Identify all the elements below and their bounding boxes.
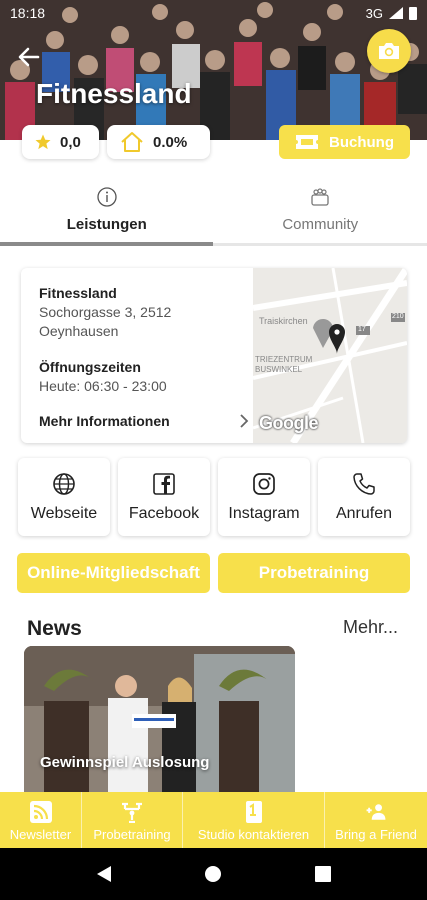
studio-info-card: Fitnessland Sochorgasse 3, 2512 Oeynhaus…	[21, 268, 407, 443]
tab-label: Community	[282, 216, 359, 233]
status-bar: 18:18 3G	[0, 0, 427, 26]
info-studio-name: Fitnessland	[39, 285, 117, 301]
house-badge[interactable]: 0.0%	[107, 125, 210, 159]
more-info-label: Mehr Informationen	[39, 413, 170, 429]
battery-icon	[409, 6, 417, 20]
call-button[interactable]: Anrufen	[318, 458, 410, 536]
instagram-icon	[253, 473, 275, 495]
map-label: 210	[392, 313, 404, 320]
map-label: 17	[358, 326, 366, 333]
nav-newsletter[interactable]: Newsletter	[0, 792, 82, 848]
globe-icon	[53, 473, 75, 495]
phone-icon	[353, 473, 375, 495]
website-button[interactable]: Webseite	[18, 458, 110, 536]
map-preview[interactable]: Traiskirchen TRIEZENTRUM BUSWINKEL 17 21…	[253, 268, 407, 443]
nav-label: Probetraining	[93, 827, 171, 842]
news-card[interactable]: Gewinnspiel Auslosung	[24, 646, 295, 796]
tab-active-indicator	[0, 242, 213, 246]
rating-value: 0,0	[60, 133, 81, 151]
opening-hours-label: Öffnungszeiten	[39, 359, 141, 375]
nav-probetraining[interactable]: Probetraining	[82, 792, 183, 848]
map-label: Traiskirchen	[259, 316, 308, 326]
system-recents-icon[interactable]	[314, 865, 332, 883]
social-label: Anrufen	[335, 505, 393, 522]
info-icon	[97, 187, 117, 207]
address-line-2: Oeynhausen	[39, 323, 119, 339]
back-arrow-icon[interactable]	[14, 42, 44, 72]
house-value: 0.0%	[153, 133, 188, 151]
facebook-icon	[153, 473, 175, 495]
facebook-button[interactable]: Facebook	[118, 458, 210, 536]
system-nav-bar	[0, 848, 427, 900]
network-type: 3G	[365, 5, 383, 21]
contact-icon	[245, 801, 262, 823]
camera-button[interactable]	[367, 29, 411, 73]
status-time: 18:18	[10, 5, 46, 21]
chevron-right-icon	[240, 414, 249, 428]
social-label: Facebook	[128, 505, 200, 522]
tab-community[interactable]: Community	[214, 180, 427, 246]
house-icon	[121, 132, 143, 152]
social-label: Webseite	[30, 505, 98, 522]
tab-bar: Leistungen Community	[0, 180, 427, 246]
google-logo: Google	[259, 413, 319, 433]
studio-title: Fitnessland	[36, 78, 192, 109]
social-label: Instagram	[228, 505, 300, 522]
tab-label: Leistungen	[66, 216, 147, 233]
dumbbell-icon	[122, 802, 142, 823]
map-label: TRIEZENTRUM	[255, 355, 313, 364]
tab-leistungen[interactable]: Leistungen	[0, 180, 214, 246]
opening-hours-today: Heute: 06:30 - 23:00	[39, 378, 167, 394]
address-line-1: Sochorgasse 3, 2512	[39, 304, 172, 320]
system-back-icon[interactable]	[95, 864, 113, 884]
instagram-button[interactable]: Instagram	[218, 458, 310, 536]
star-icon	[35, 134, 51, 150]
ticket-icon	[296, 135, 318, 149]
signal-icon	[389, 7, 403, 19]
group-icon	[311, 188, 329, 206]
news-heading: News	[27, 617, 82, 640]
news-item-title: Gewinnspiel Auslosung	[40, 754, 210, 771]
rating-badge[interactable]: 0,0	[22, 125, 99, 159]
online-membership-button[interactable]: Online-Mitgliedschaft	[17, 553, 210, 593]
nav-label: Bring a Friend	[335, 827, 417, 842]
rss-icon	[29, 801, 52, 823]
booking-label: Buchung	[329, 133, 394, 151]
bottom-nav: Newsletter Probetraining Studio kontakti…	[0, 792, 427, 848]
map-label: BUSWINKEL	[255, 365, 303, 374]
nav-bring-a-friend[interactable]: Bring a Friend	[325, 792, 427, 848]
more-info-link[interactable]: Mehr Informationen	[39, 413, 249, 429]
booking-button[interactable]: Buchung	[279, 125, 410, 159]
nav-label: Studio kontaktieren	[197, 827, 310, 842]
header-image: 18:18 3G Fitnessland	[0, 0, 427, 140]
add-friend-icon	[366, 804, 386, 820]
nav-studio-contact[interactable]: Studio kontaktieren	[183, 792, 325, 848]
camera-icon	[379, 43, 399, 59]
system-home-icon[interactable]	[203, 864, 223, 884]
studio-info: Fitnessland Sochorgasse 3, 2512 Oeynhaus…	[39, 284, 254, 396]
news-photo	[24, 646, 295, 796]
news-more-link[interactable]: Mehr...	[343, 617, 398, 638]
trial-training-button[interactable]: Probetraining	[218, 553, 410, 593]
nav-label: Newsletter	[9, 827, 72, 842]
